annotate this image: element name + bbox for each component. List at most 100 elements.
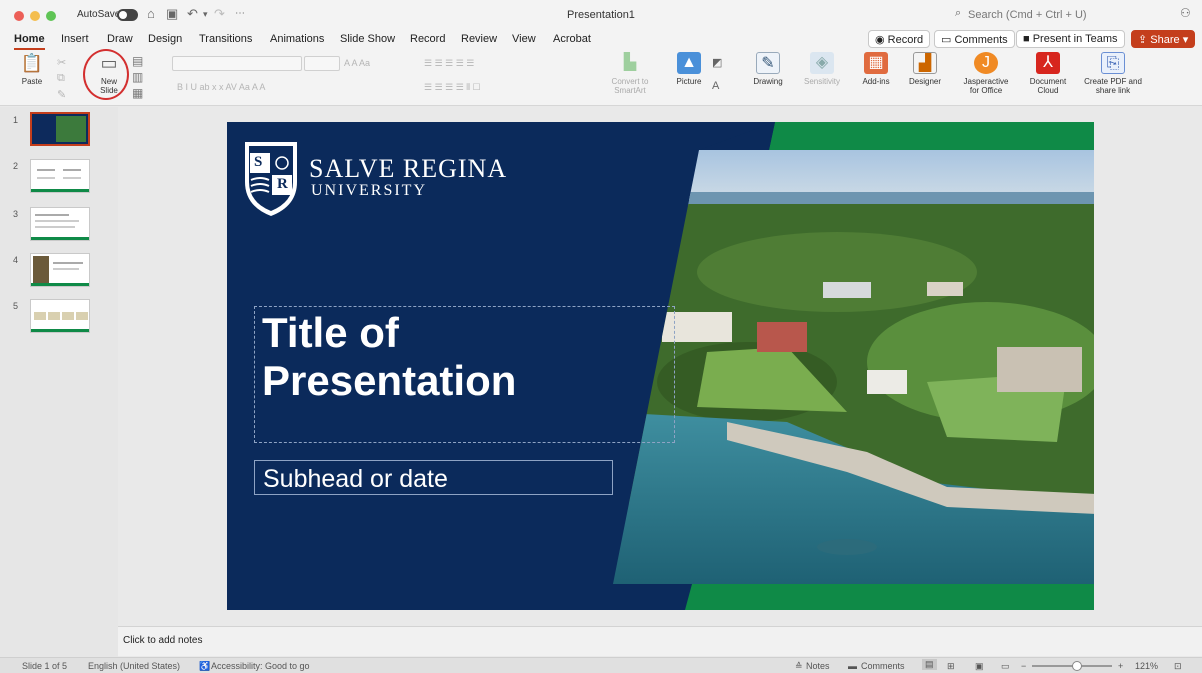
title-bar: AutoSave ⌂ ▣ ↶ ▾ ↷ ⋯ Presentation1 ⌕ Sea…	[0, 0, 1202, 30]
language-status[interactable]: English (United States)	[88, 661, 180, 671]
paste-button[interactable]: 📋 Paste	[18, 52, 46, 86]
align-controls[interactable]: ☰ ☰ ☰ ☰ ⫴ ☐	[424, 82, 481, 93]
notes-toggle[interactable]: Notes	[806, 661, 830, 671]
sensitivity-button[interactable]: ◈ Sensitivity	[800, 52, 844, 86]
zoom-out-icon[interactable]: −	[1021, 661, 1026, 671]
tab-animations[interactable]: Animations	[270, 33, 324, 45]
record-button[interactable]: ◉ Record	[868, 30, 931, 48]
share-icon: ⇪	[1138, 34, 1148, 46]
tab-home[interactable]: Home	[14, 33, 45, 50]
cut-icon[interactable]: ✂	[57, 56, 66, 69]
designer-icon: ▟	[913, 52, 937, 74]
text-format-controls[interactable]: B I U ab x x AV Aa A A	[177, 82, 265, 92]
tab-record[interactable]: Record	[410, 33, 445, 45]
thumbnail-number: 5	[13, 301, 19, 311]
zoom-level[interactable]: 121%	[1135, 661, 1158, 671]
add-ins-icon: ▦	[864, 52, 888, 74]
drawing-button[interactable]: ✎ Drawing	[752, 52, 784, 86]
picture-button[interactable]: ▲ Picture	[672, 52, 706, 86]
shapes-icon[interactable]: ◩	[712, 56, 722, 69]
create-pdf-button[interactable]: ⎘ Create PDF and share link	[1082, 52, 1144, 95]
format-painter-icon[interactable]: ✎	[57, 88, 66, 101]
slide-thumbnail-1[interactable]	[30, 112, 90, 146]
teams-icon: ■	[1023, 33, 1030, 45]
university-shield-logo	[245, 142, 297, 216]
copy-icon[interactable]: ⧉	[57, 72, 65, 85]
layout-icon[interactable]: ▤	[132, 54, 143, 68]
reading-view-icon[interactable]: ▣	[975, 661, 984, 672]
search-input[interactable]: Search (Cmd + Ctrl + U)	[968, 9, 1087, 21]
green-band-bottom	[685, 584, 1094, 610]
designer-button[interactable]: ▟ Designer	[906, 52, 944, 86]
shield-letter-r: R	[277, 176, 288, 192]
drawing-icon: ✎	[756, 52, 780, 74]
slide-thumbnails-pane: 1 2 3 4 5	[0, 107, 118, 657]
thumbnail-number: 1	[13, 115, 19, 125]
comment-icon: ▭	[941, 34, 952, 46]
thumbnail-number: 4	[13, 255, 19, 265]
list-controls[interactable]: ☰ ☰ ☰ ☰ ☰	[424, 58, 474, 69]
slide-show-icon[interactable]: ▭	[1001, 661, 1010, 672]
record-icon: ◉	[875, 34, 885, 46]
jasperactive-icon: J	[974, 52, 998, 74]
zoom-slider-thumb[interactable]	[1072, 661, 1082, 671]
create-pdf-icon: ⎘	[1101, 52, 1125, 74]
font-name-select[interactable]	[172, 56, 302, 71]
tab-design[interactable]: Design	[148, 33, 182, 45]
tab-view[interactable]: View	[512, 33, 536, 45]
slide-thumbnail-4[interactable]	[30, 253, 90, 287]
tab-transitions[interactable]: Transitions	[199, 33, 252, 45]
slide-thumbnail-2[interactable]	[30, 159, 90, 193]
logo-name-line2: UNIVERSITY	[311, 182, 427, 199]
section-icon[interactable]: ▦	[132, 86, 143, 100]
textbox-icon[interactable]: A	[712, 80, 719, 92]
slide-subtitle: Subhead or date	[263, 465, 448, 493]
slide-thumbnail-5[interactable]	[30, 299, 90, 333]
zoom-slider[interactable]	[1032, 661, 1112, 671]
subtitle-placeholder[interactable]: Subhead or date	[254, 460, 613, 495]
comments-button[interactable]: ▭ Comments	[934, 30, 1015, 48]
logo-name-line1: SALVE REGINA	[309, 154, 508, 183]
tab-review[interactable]: Review	[461, 33, 497, 45]
slide-thumbnail-3[interactable]	[30, 207, 90, 241]
slide-count: Slide 1 of 5	[22, 661, 68, 671]
tab-acrobat[interactable]: Acrobat	[553, 33, 591, 45]
comments-toggle[interactable]: Comments	[861, 661, 905, 671]
notes-pane[interactable]: Click to add notes	[118, 626, 1202, 656]
picture-icon: ▲	[677, 52, 701, 74]
comments-toggle-icon: ▬	[848, 661, 857, 671]
reset-icon[interactable]: ▥	[132, 70, 143, 84]
tab-slide-show[interactable]: Slide Show	[340, 33, 395, 45]
convert-smartart-button[interactable]: ▙ Convert to SmartArt	[604, 52, 656, 95]
search-icon: ⌕	[955, 7, 962, 19]
zoom-in-icon[interactable]: +	[1118, 661, 1123, 671]
green-band-top	[769, 122, 1094, 150]
font-size-controls[interactable]: A A Aa	[344, 58, 370, 68]
title-placeholder[interactable]: Title of Presentation	[254, 306, 675, 443]
sensitivity-icon: ◈	[810, 52, 834, 74]
account-icon[interactable]: ⚇	[1180, 6, 1191, 20]
notes-toggle-icon: ≙	[795, 661, 803, 671]
slide-title: Title of Presentation	[262, 309, 517, 404]
share-button[interactable]: ⇪ Share ▾	[1131, 30, 1196, 48]
notes-placeholder: Click to add notes	[123, 635, 203, 646]
current-slide[interactable]: S R SALVE REGINA UNIVERSITY Title of Pre…	[227, 122, 1094, 610]
slide-sorter-icon[interactable]: ⊞	[947, 661, 955, 672]
thumbnail-number: 3	[13, 209, 19, 219]
smartart-icon: ▙	[623, 54, 637, 71]
accessibility-status[interactable]: Accessibility: Good to go	[211, 661, 310, 671]
present-in-teams-button[interactable]: ■ Present in Teams	[1016, 30, 1125, 48]
document-cloud-button[interactable]: ⅄ Document Cloud	[1024, 52, 1072, 95]
font-size-select[interactable]	[304, 56, 340, 71]
tab-insert[interactable]: Insert	[61, 33, 89, 45]
campus-aerial-photo	[613, 150, 1094, 584]
accessibility-icon: ♿	[199, 661, 211, 671]
thumbnail-photo	[56, 116, 86, 142]
normal-view-icon[interactable]: ▤	[922, 659, 937, 670]
jasperactive-button[interactable]: J Jasperactive for Office	[958, 52, 1014, 95]
tab-draw[interactable]: Draw	[107, 33, 133, 45]
status-bar: Slide 1 of 5 English (United States) ♿ A…	[0, 657, 1202, 673]
add-ins-button[interactable]: ▦ Add-ins	[860, 52, 892, 86]
ribbon: 📋 Paste ✂ ⧉ ✎ ▭ New Slide ▤ ▥ ▦ A A Aa B…	[0, 50, 1202, 106]
fit-to-window-icon[interactable]: ⊡	[1174, 661, 1182, 672]
